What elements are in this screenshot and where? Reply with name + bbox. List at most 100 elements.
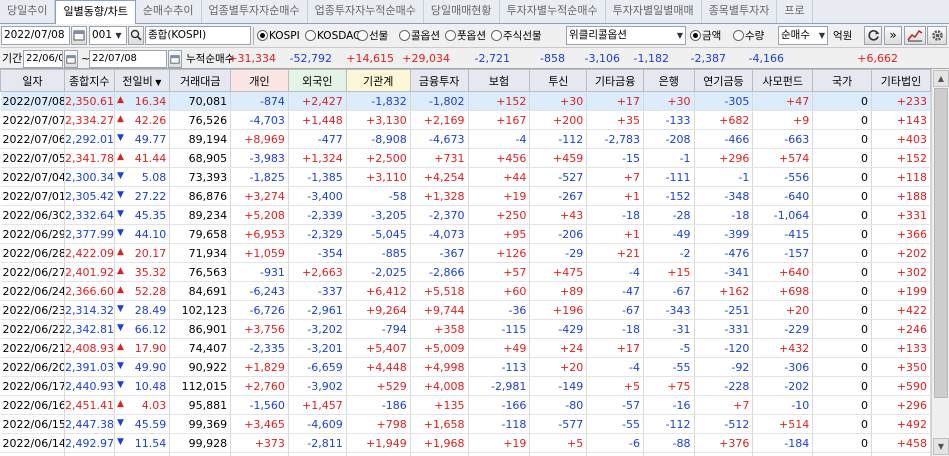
table-row[interactable]: 2022/06/22 2,342.81 ▼ 66.12 86,901 +3,756 -3,2… — [0, 319, 931, 339]
tab-10[interactable]: 프로 — [777, 0, 813, 23]
table-row[interactable]: 2022/07/07 2,334.27 ▲ 42.26 76,526 -4,703 +1,4… — [0, 110, 931, 130]
radio-dot[interactable] — [733, 30, 744, 41]
calendar-icon[interactable] — [168, 50, 182, 68]
period-end-input[interactable]: 22/07/08 — [89, 50, 167, 68]
refresh-icon[interactable] — [864, 26, 882, 45]
radio-market-radios-4[interactable]: 풋옵션 — [445, 28, 486, 44]
vertical-scrollbar[interactable]: ▲ ▼ — [931, 69, 949, 456]
column-header[interactable]: 전일비 ▼ — [113, 69, 171, 92]
radio-dot[interactable] — [690, 30, 701, 41]
investor-value-cell: 0 — [812, 110, 873, 130]
table-row[interactable]: 2022/06/28 2,422.09 ▲ 20.17 71,934 +1,059 -354… — [0, 243, 931, 263]
column-header[interactable]: 금융투자 — [409, 69, 469, 92]
mode-select[interactable]: 순매수 ▼ — [778, 26, 828, 45]
settings-icon[interactable] — [927, 26, 947, 45]
tab-3[interactable]: 순매수추이 — [136, 0, 202, 23]
radio-dot[interactable] — [357, 30, 368, 41]
tab-1[interactable]: 당일추이 — [0, 0, 56, 23]
table-row[interactable]: 2022/07/06 2,292.01 ▼ 49.77 89,194 +8,969 -477… — [0, 129, 931, 149]
table-row[interactable]: 2022/07/05 2,341.78 ▲ 41.44 68,905 -3,983 +1,3… — [0, 148, 931, 168]
chevron-down-icon: ▼ — [115, 31, 122, 40]
radio-unit-radios-0[interactable]: 금액 — [690, 28, 721, 44]
turnover-cell: 73,393 — [169, 167, 232, 187]
change-cell: ▼ 66.12 — [114, 319, 171, 339]
column-header[interactable]: 기타법인 — [871, 69, 931, 92]
calendar-icon[interactable] — [71, 26, 87, 45]
radio-dot[interactable] — [399, 30, 410, 41]
table-row[interactable]: 2022/06/23 2,314.32 ▼ 28.49 102,123 -6,726 -2,… — [0, 300, 931, 320]
radio-market-radios-2[interactable]: 선물 — [357, 28, 388, 44]
weekly-option-select[interactable]: 위클리콜옵션 ▼ — [566, 26, 686, 45]
arrow-down-icon: ▼ — [117, 208, 124, 219]
tab-8[interactable]: 투자자별일별매매 — [606, 0, 702, 23]
table-row[interactable]: 2022/06/21 2,408.93 ▲ 17.90 74,407 -2,335 -3,2… — [0, 338, 931, 358]
table-row[interactable]: 2022/06/132,504.51▼91.36103,358+6,679-5,… — [0, 452, 931, 456]
radio-dot[interactable] — [445, 30, 456, 41]
radio-market-radios-1[interactable]: KOSDAQ — [305, 28, 361, 44]
table-row[interactable]: 2022/06/29 2,377.99 ▼ 44.10 79,658 +6,953 -2,3… — [0, 224, 931, 244]
column-header[interactable]: 투신 — [529, 69, 588, 92]
table-row[interactable]: 2022/06/30 2,332.64 ▼ 45.35 89,234 +5,208 -2,3… — [0, 205, 931, 225]
investor-value-cell: +5 — [586, 452, 644, 456]
column-header[interactable]: 연기금등 — [693, 69, 754, 92]
table-row[interactable]: 2022/06/15 2,447.38 ▼ 45.59 99,369 +3,465 -4,6… — [0, 414, 931, 434]
column-header[interactable]: 개인 — [230, 69, 289, 92]
period-start-input[interactable]: 22/06/08 — [23, 50, 63, 68]
column-header[interactable]: 보험 — [467, 69, 531, 92]
change-cell: ▼ 10.48 — [114, 376, 171, 396]
table-row[interactable]: 2022/06/27 2,401.92 ▲ 35.32 76,563 -931 +2,663… — [0, 262, 931, 282]
calendar-icon[interactable] — [64, 50, 78, 68]
chart-icon[interactable] — [904, 26, 926, 45]
column-header[interactable]: 종합지수 — [63, 69, 115, 92]
sort-icon[interactable]: ▼ — [153, 78, 161, 87]
column-header[interactable]: 국가 — [812, 69, 873, 92]
radio-dot[interactable] — [491, 30, 502, 41]
tab-6[interactable]: 당일매매현황 — [424, 0, 500, 23]
tab-9[interactable]: 종목별투자자 — [702, 0, 778, 23]
tab-5[interactable]: 업종투자자누적순매수 — [308, 0, 424, 23]
scroll-up-icon[interactable]: ▲ — [933, 70, 949, 87]
change-value: 28.49 — [134, 303, 167, 317]
radio-market-radios-5[interactable]: 주식선물 — [491, 28, 542, 44]
table-row[interactable]: 2022/06/16 2,451.41 ▲ 4.03 95,881 -1,560 +1,45… — [0, 395, 931, 415]
tab-7[interactable]: 투자자별누적순매수 — [500, 0, 606, 23]
table-row[interactable]: 2022/07/08 2,350.61 ▲ 16.34 70,081 -874 +2,427… — [0, 91, 931, 111]
scroll-down-icon[interactable]: ▼ — [933, 438, 949, 455]
radio-label: KOSPI — [269, 30, 300, 42]
table-row[interactable]: 2022/06/24 2,366.60 ▲ 52.28 84,691 -6,243 -337… — [0, 281, 931, 301]
column-header[interactable]: 기관계 — [345, 69, 411, 92]
table-row[interactable]: 2022/06/17 2,440.93 ▼ 10.48 112,015 +2,760 -3,… — [0, 376, 931, 396]
date-input[interactable]: 2022/07/08 — [1, 26, 70, 45]
search-icon[interactable] — [128, 26, 144, 45]
table-row[interactable]: 2022/07/01 2,305.42 ▼ 27.22 86,876 +3,274 -3,4… — [0, 186, 931, 206]
investor-value-cell: -399 — [694, 224, 754, 244]
radio-market-radios-3[interactable]: 콜옵션 — [399, 28, 440, 44]
arrow-up-icon: ▲ — [117, 341, 124, 352]
column-header[interactable]: 외국인 — [287, 69, 347, 92]
column-header[interactable]: 사모펀드 — [752, 69, 814, 92]
turnover-cell: 76,526 — [169, 110, 232, 130]
market-code-select[interactable]: 001 ▼ — [89, 26, 127, 45]
column-header[interactable]: 은행 — [642, 69, 695, 92]
radio-unit-radios-1[interactable]: 수량 — [733, 28, 764, 44]
table-row[interactable]: 2022/06/14 2,492.97 ▼ 11.54 99,928 +373 -2,811… — [0, 433, 931, 453]
table-row[interactable]: 2022/06/20 2,391.03 ▼ 49.90 90,922 +1,829 -6,6… — [0, 357, 931, 377]
investor-value-cell: +133 — [871, 338, 931, 358]
column-header[interactable]: 거래대금 — [169, 69, 232, 92]
tab-2[interactable]: 일별동향/차트 — [55, 0, 136, 24]
tab-4[interactable]: 업종별투자자순매수 — [202, 0, 308, 23]
date-cell: 2022/06/21 — [0, 338, 65, 358]
radio-market-radios-0[interactable]: KOSPI — [257, 28, 300, 44]
investor-value-cell: +350 — [871, 357, 931, 377]
investor-value-cell: +20 — [752, 300, 814, 320]
next-icon[interactable]: » — [884, 26, 902, 45]
radio-dot[interactable] — [257, 30, 268, 41]
investor-value-cell: +24 — [529, 338, 588, 358]
scroll-thumb[interactable] — [934, 88, 948, 398]
investor-value-cell: 0 — [812, 281, 873, 301]
investor-value-cell: +529 — [346, 376, 411, 396]
column-header[interactable]: 일자 — [0, 69, 65, 92]
column-header[interactable]: 기타금융 — [586, 69, 644, 92]
table-row[interactable]: 2022/07/04 2,300.34 ▼ 5.08 73,393 -1,825 -1,38… — [0, 167, 931, 187]
radio-dot[interactable] — [305, 30, 316, 41]
